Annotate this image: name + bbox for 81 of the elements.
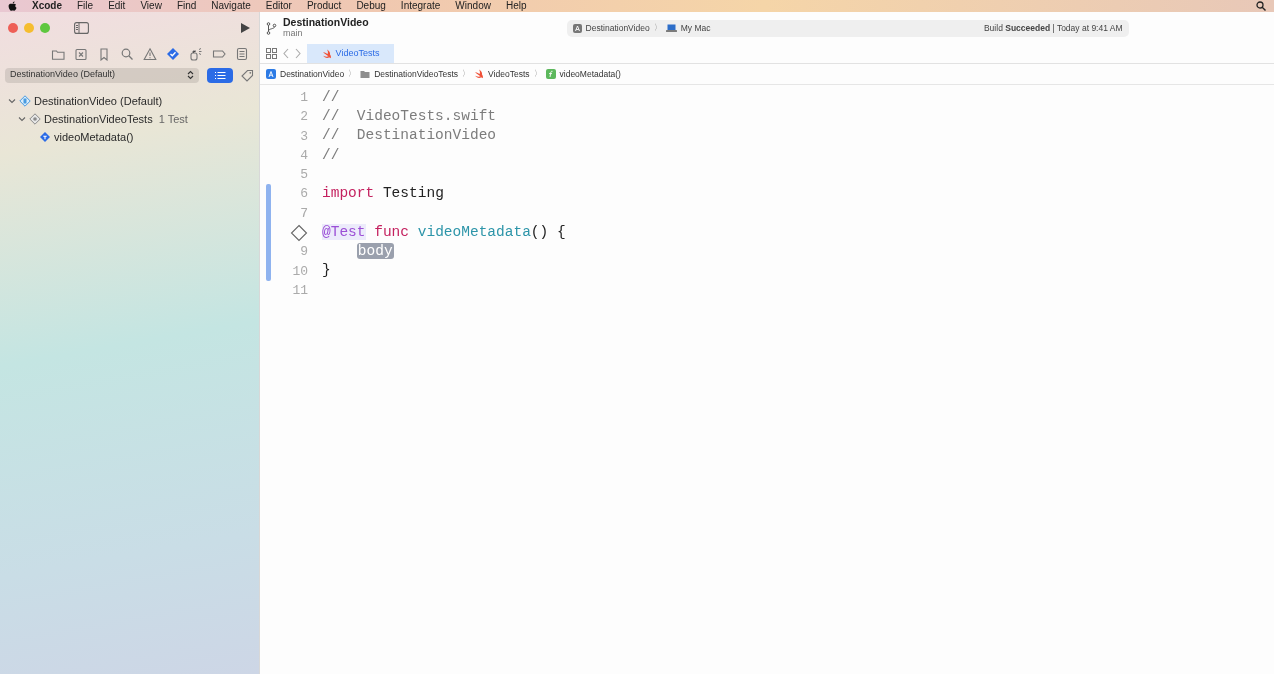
folder-icon[interactable] xyxy=(50,47,65,61)
search-icon[interactable] xyxy=(1256,1,1266,11)
tree-row[interactable]: videoMetadata() xyxy=(0,128,259,146)
test-icon xyxy=(39,131,51,143)
line-number: 7 xyxy=(300,204,308,223)
updown-chevron-icon xyxy=(187,70,194,80)
line-number: 3 xyxy=(300,127,308,146)
document-icon[interactable] xyxy=(234,47,249,61)
chevron-separator: 〉 xyxy=(348,68,357,80)
laptop-icon xyxy=(665,24,677,32)
tag-icon[interactable] xyxy=(241,68,254,82)
breadcrumb[interactable]: VideoTests xyxy=(488,67,530,81)
menu-item[interactable]: Editor xyxy=(265,0,292,12)
scheme-selector[interactable]: DestinationVideo (Default) xyxy=(5,67,199,83)
menu-item[interactable]: Edit xyxy=(108,0,126,12)
line-number: 5 xyxy=(300,166,308,185)
code-line: @Test func videoMetadata() { xyxy=(322,222,566,242)
test-count: 1 Test xyxy=(158,111,188,127)
run-destination[interactable]: My Mac xyxy=(680,21,711,35)
line-number: 9 xyxy=(300,243,308,262)
test-target-icon xyxy=(29,113,41,125)
warning-icon[interactable] xyxy=(142,47,157,61)
menu-item[interactable]: Product xyxy=(306,0,342,12)
app-icon xyxy=(572,23,582,33)
filter-button[interactable] xyxy=(207,67,233,83)
editor-tab[interactable]: VideoTests xyxy=(307,44,394,63)
branch-icon xyxy=(266,21,277,35)
list-icon xyxy=(214,70,226,80)
close-button[interactable] xyxy=(8,23,18,33)
code-line: // DestinationVideo xyxy=(322,126,497,146)
back-icon[interactable] xyxy=(283,48,289,59)
project-name: DestinationVideo xyxy=(283,17,369,28)
scheme-name[interactable]: DestinationVideo xyxy=(585,21,650,35)
code-line: import Testing xyxy=(322,184,444,204)
line-number: 2 xyxy=(300,108,308,127)
code-line: } xyxy=(322,261,331,281)
menu-item[interactable]: Help xyxy=(505,0,527,12)
menu-item[interactable]: Integrate xyxy=(400,0,441,12)
chevron-separator: 〉 xyxy=(533,68,542,80)
disclosure-chevron-icon[interactable] xyxy=(18,115,26,123)
diamond-icon[interactable] xyxy=(165,47,180,61)
branch-name: main xyxy=(283,28,304,39)
forward-icon[interactable] xyxy=(295,48,301,59)
test-plan-icon xyxy=(19,95,31,107)
disclosure-chevron-icon[interactable] xyxy=(8,97,16,105)
swift-icon xyxy=(321,48,332,59)
menu-item[interactable]: View xyxy=(140,0,162,12)
breadcrumb[interactable]: videoMetadata() xyxy=(559,67,621,81)
menu-item[interactable]: Debug xyxy=(356,0,386,12)
code-line: // VideoTests.swift xyxy=(322,107,497,127)
grid-icon[interactable] xyxy=(266,48,277,59)
code-line: // xyxy=(322,87,340,107)
breadcrumb[interactable]: DestinationVideoTests xyxy=(374,67,459,81)
swift-icon xyxy=(474,69,485,79)
line-number: 4 xyxy=(300,146,308,165)
tree-row[interactable]: DestinationVideoTests 1 Test xyxy=(0,110,259,128)
x-square-icon[interactable] xyxy=(73,47,88,61)
tag-icon[interactable] xyxy=(211,47,226,61)
build-status: Build Succeeded | Today at 9:41 AM xyxy=(983,21,1123,35)
chevron-separator: 〉 xyxy=(653,22,662,34)
line-number: 10 xyxy=(292,262,308,281)
test-diamond-icon[interactable] xyxy=(290,223,308,242)
sidebar-toggle-icon[interactable] xyxy=(74,22,89,34)
line-number: 11 xyxy=(292,281,308,300)
apple-icon[interactable] xyxy=(8,1,17,11)
menu-item[interactable]: Window xyxy=(455,0,491,12)
folder-icon xyxy=(360,69,371,79)
chevron-separator: 〉 xyxy=(462,68,471,80)
code-line: // xyxy=(322,145,340,165)
tree-row[interactable]: DestinationVideo (Default) xyxy=(0,92,259,110)
function-icon xyxy=(545,69,556,79)
play-icon[interactable] xyxy=(240,22,251,34)
menu-item[interactable]: Find xyxy=(176,0,197,12)
spray-icon[interactable] xyxy=(188,47,203,61)
app-icon xyxy=(266,69,276,79)
menu-item[interactable]: File xyxy=(77,0,94,12)
menu-item[interactable]: Navigate xyxy=(211,0,251,12)
app-menu[interactable]: Xcode xyxy=(32,0,62,12)
line-number: 6 xyxy=(300,185,308,204)
line-number: 1 xyxy=(300,88,308,107)
breadcrumb[interactable]: DestinationVideo xyxy=(280,67,345,81)
